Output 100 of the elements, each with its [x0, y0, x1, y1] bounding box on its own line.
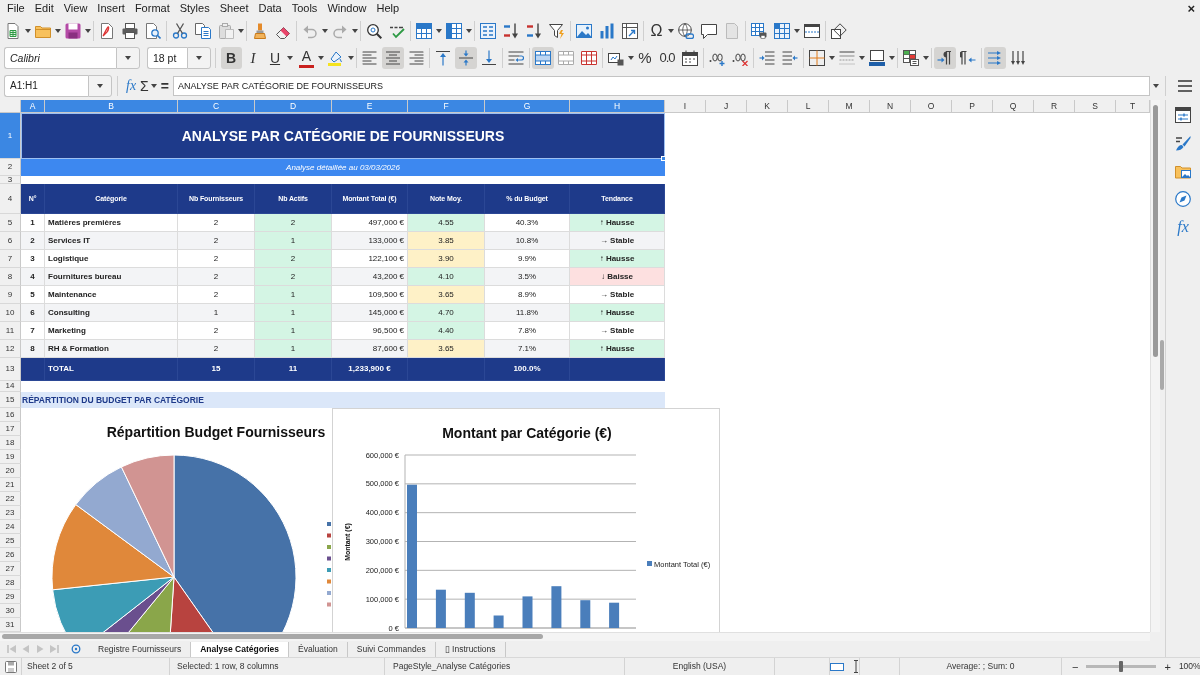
formula-input-field[interactable]: ANALYSE PAR CATÉGORIE DE FOURNISSEURS: [172, 76, 1150, 96]
shapes-icon[interactable]: [831, 22, 847, 39]
menu-item[interactable]: View: [58, 0, 93, 17]
dropdown-caret-icon[interactable]: [1152, 84, 1159, 88]
table-columns-icon[interactable]: [446, 22, 462, 39]
dropdown-caret-icon[interactable]: [436, 28, 442, 33]
selection-mode-icon[interactable]: [830, 662, 844, 671]
row-header[interactable]: 7: [0, 250, 21, 268]
row-header[interactable]: 28: [0, 576, 21, 590]
menu-item[interactable]: Tools: [286, 0, 323, 17]
funnel-icon[interactable]: [549, 22, 565, 39]
functions-button[interactable]: fx: [1177, 219, 1189, 235]
save-icon[interactable]: [65, 22, 81, 39]
row-header[interactable]: 26: [0, 548, 21, 562]
column-header[interactable]: H: [570, 100, 665, 113]
number-format-button[interactable]: 0.0: [656, 47, 678, 69]
dropdown-caret-icon[interactable]: [317, 56, 324, 60]
align-top-icon[interactable]: [434, 50, 451, 66]
row-header[interactable]: 11: [0, 322, 21, 340]
row-header[interactable]: 31: [0, 618, 21, 632]
row-header[interactable]: 12: [0, 340, 21, 358]
row-header[interactable]: 6: [0, 232, 21, 250]
add-sheet-icon[interactable]: [71, 644, 81, 654]
close-button[interactable]: ×: [1185, 1, 1197, 16]
function-wizard-button[interactable]: fx: [124, 77, 139, 95]
dropdown-caret-icon[interactable]: [794, 28, 800, 33]
dropdown-caret-icon[interactable]: [466, 28, 472, 33]
column-header[interactable]: B: [45, 100, 178, 113]
column-header[interactable]: E: [332, 100, 408, 113]
formula-button[interactable]: =: [157, 77, 172, 95]
paragraph-right-icon[interactable]: [933, 47, 956, 69]
copy-icon[interactable]: [195, 22, 211, 39]
save-icon[interactable]: [4, 660, 17, 673]
sheet-tab[interactable]: Suivi Commandes: [347, 641, 436, 657]
align-center-icon[interactable]: [381, 47, 404, 69]
zoom-in-button[interactable]: +: [1160, 660, 1175, 673]
menu-item[interactable]: Edit: [29, 0, 59, 17]
row-header[interactable]: 8: [0, 268, 21, 286]
comment-icon[interactable]: [701, 22, 717, 39]
image-icon[interactable]: [576, 22, 592, 39]
borders-icon[interactable]: [808, 50, 825, 66]
table-printer-icon[interactable]: [751, 22, 767, 39]
row-header[interactable]: 20: [0, 464, 21, 478]
text-direction-icon[interactable]: [983, 47, 1006, 69]
menu-item[interactable]: Data: [253, 0, 287, 17]
column-header[interactable]: C: [178, 100, 255, 113]
column-header[interactable]: R: [1034, 100, 1075, 113]
border-color-icon[interactable]: [868, 50, 885, 66]
wrap-text-icon[interactable]: [507, 50, 524, 66]
dropdown-caret-icon[interactable]: [352, 28, 358, 33]
add-decimal-icon[interactable]: [708, 50, 725, 66]
table-rows-icon[interactable]: [416, 22, 432, 39]
column-header[interactable]: F: [408, 100, 485, 113]
menu-item[interactable]: Help: [371, 0, 405, 17]
sort-icon[interactable]: [480, 22, 496, 39]
dropdown-caret-icon[interactable]: [151, 84, 158, 88]
column-header[interactable]: I: [665, 100, 706, 113]
column-header[interactable]: S: [1075, 100, 1116, 113]
menu-item[interactable]: File: [2, 0, 30, 17]
row-header[interactable]: 24: [0, 520, 21, 534]
sheet-tab[interactable]: ▯ Instructions: [435, 641, 506, 657]
sheet-tab[interactable]: Évaluation: [289, 641, 348, 657]
conditional-format-icon[interactable]: [902, 50, 919, 66]
spreadsheet-page-icon[interactable]: [5, 22, 21, 39]
row-header[interactable]: 3: [0, 176, 21, 184]
table-cells-icon[interactable]: [557, 50, 574, 66]
row-header[interactable]: 21: [0, 478, 21, 492]
highlighter-icon[interactable]: [327, 50, 344, 66]
fill-handle[interactable]: [661, 156, 666, 161]
zoom-out-button[interactable]: −: [1068, 660, 1083, 673]
row-header[interactable]: 9: [0, 286, 21, 304]
row-header[interactable]: 23: [0, 506, 21, 520]
pdf-page-icon[interactable]: [99, 22, 115, 39]
column-header[interactable]: G: [485, 100, 570, 113]
printer-icon[interactable]: [122, 22, 138, 39]
row-header[interactable]: 15: [0, 392, 21, 408]
column-header[interactable]: D: [255, 100, 332, 113]
row-header[interactable]: 27: [0, 562, 21, 576]
menu-item[interactable]: Format: [129, 0, 175, 17]
text-cursor-icon[interactable]: [853, 660, 859, 673]
zoom-slider-thumb[interactable]: [1119, 661, 1124, 672]
dropdown-caret-icon[interactable]: [25, 28, 31, 33]
delete-decimal-icon[interactable]: [731, 50, 748, 66]
dropdown-caret-icon[interactable]: [196, 56, 202, 60]
column-header[interactable]: L: [788, 100, 829, 113]
paintbrush-icon[interactable]: [252, 22, 268, 39]
dropdown-caret-icon[interactable]: [627, 56, 634, 60]
row-header[interactable]: 16: [0, 408, 21, 422]
row-header[interactable]: 14: [0, 381, 21, 392]
dropdown-caret-icon[interactable]: [347, 56, 354, 60]
dropdown-caret-icon[interactable]: [125, 56, 131, 60]
font-size-field[interactable]: 18 pt: [147, 47, 187, 69]
italic-button[interactable]: I: [242, 47, 264, 69]
sort-ascending-icon[interactable]: [503, 22, 519, 39]
sidebar-handle[interactable]: [1160, 340, 1164, 390]
dropdown-caret-icon[interactable]: [55, 28, 61, 33]
row-header[interactable]: 18: [0, 436, 21, 450]
table-grid-icon[interactable]: [774, 22, 790, 39]
dropdown-caret-icon[interactable]: [922, 56, 929, 60]
column-header[interactable]: Q: [993, 100, 1034, 113]
